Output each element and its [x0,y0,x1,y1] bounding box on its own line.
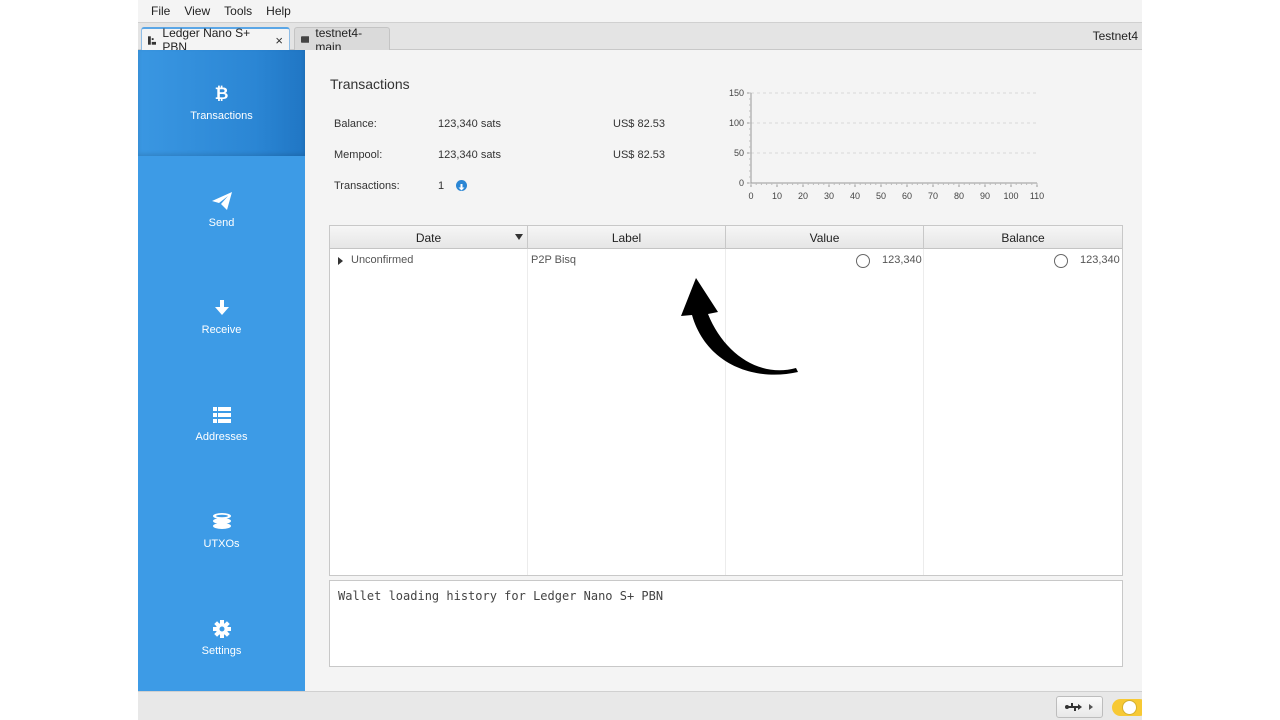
chart-x-tick-label: 0 [748,191,753,201]
app-window: File View Tools Help Ledger Nano S+ PBN … [138,0,1142,720]
balance-chart: 0 50 100 150 0 10 20 30 40 50 60 70 80 90 100 110 [729,88,1044,201]
tab-ledger-wallet[interactable]: Ledger Nano S+ PBN × [141,26,290,54]
mempool-value: 123,340 sats [438,149,501,161]
column-header-value[interactable]: Value [726,226,924,249]
chart-x-tick-label: 80 [954,191,964,201]
column-header-label[interactable]: Label [528,226,726,249]
mempool-fiat: US$ 82.53 [613,149,665,161]
chart-x-tick-label: 20 [798,191,808,201]
chart-x-tick-label: 50 [876,191,886,201]
chart-x-tick-label: 70 [928,191,938,201]
chart-x-tick-label: 30 [824,191,834,201]
console-message: Wallet loading history for Ledger Nano S… [338,589,664,603]
menu-bar: File View Tools Help [138,0,1142,22]
usb-device-button[interactable] [1056,696,1103,718]
status-bar [138,691,1142,720]
annotation-arrow [681,278,798,375]
sidebar-item-addresses[interactable]: Addresses [138,371,305,477]
sidebar-item-label: Addresses [195,431,248,443]
arrow-down-icon [212,298,232,318]
chart-y-tick-label: 100 [729,118,744,128]
chart-x-tick-label: 110 [1030,191,1044,201]
coins-icon [212,512,232,532]
transactions-count-label: Transactions: [334,180,400,192]
sidebar-item-transactions[interactable]: ₿ Transactions [138,50,305,156]
balance-value: 123,340 sats [438,118,501,130]
cell-balance: 123,340 [1080,254,1120,266]
table-header: Date Label Value Balance [330,226,1122,249]
sidebar-item-send[interactable]: Send [138,157,305,263]
chart-x-tick-label: 90 [980,191,990,201]
balance-fiat: US$ 82.53 [613,118,665,130]
page-title: Transactions [330,76,410,92]
download-icon[interactable] [456,180,467,191]
expand-row-icon[interactable] [338,257,343,265]
sidebar-item-label: Transactions [190,110,253,122]
cell-date: Unconfirmed [351,254,414,266]
sidebar-item-label: UTXOs [203,538,240,550]
balance-label: Balance: [334,118,377,130]
sidebar-item-label: Send [208,217,235,229]
tab-close-icon[interactable]: × [275,33,283,48]
sidebar-item-label: Settings [201,645,242,657]
sidebar-item-receive[interactable]: Receive [138,264,305,370]
gear-icon [212,619,232,639]
cell-value: 123,340 [882,254,922,266]
tab-testnet4-main[interactable]: testnet4-main [294,26,390,54]
wallet-icon [148,35,157,45]
column-divider [923,249,924,575]
chart-y-tick-label: 50 [734,148,744,158]
wallet-icon [301,36,310,43]
chart-y-tick-label: 150 [729,88,744,98]
paper-plane-icon [211,191,232,211]
list-icon [212,405,232,425]
column-header-balance[interactable]: Balance [924,226,1122,249]
cell-label[interactable]: P2P Bisq [531,254,576,266]
sidebar-item-label: Receive [201,324,242,336]
menu-help[interactable]: Help [259,4,298,18]
chart-x-tick-label: 60 [902,191,912,201]
toggle-knob [1122,700,1137,715]
chart-x-tick-label: 100 [1003,191,1018,201]
unconfirmed-circle-icon [856,254,870,268]
sort-descending-icon [515,234,523,240]
chart-y-tick-label: 0 [739,178,744,188]
chart-x-tick-label: 40 [850,191,860,201]
column-header-date[interactable]: Date [330,226,528,249]
menu-tools[interactable]: Tools [217,4,259,18]
menu-file[interactable]: File [144,4,177,18]
network-label: Testnet4 [1092,29,1138,43]
bitcoin-icon: ₿ [214,84,229,103]
column-divider [527,249,528,575]
unconfirmed-circle-icon [1054,254,1068,268]
sidebar: ₿ Transactions Send Receive Addresses UT… [138,50,305,691]
column-header-label: Date [415,230,442,245]
tab-bar: Ledger Nano S+ PBN × testnet4-main [138,22,1142,54]
usb-icon [1064,703,1093,711]
transactions-count-value: 1 [438,180,445,192]
menu-view[interactable]: View [177,4,217,18]
sidebar-item-utxos[interactable]: UTXOs [138,478,305,584]
mempool-label: Mempool: [334,149,383,161]
online-toggle[interactable] [1112,699,1142,716]
sidebar-item-settings[interactable]: Settings [138,585,305,691]
chart-x-tick-label: 10 [772,191,782,201]
status-console: Wallet loading history for Ledger Nano S… [329,580,1123,667]
